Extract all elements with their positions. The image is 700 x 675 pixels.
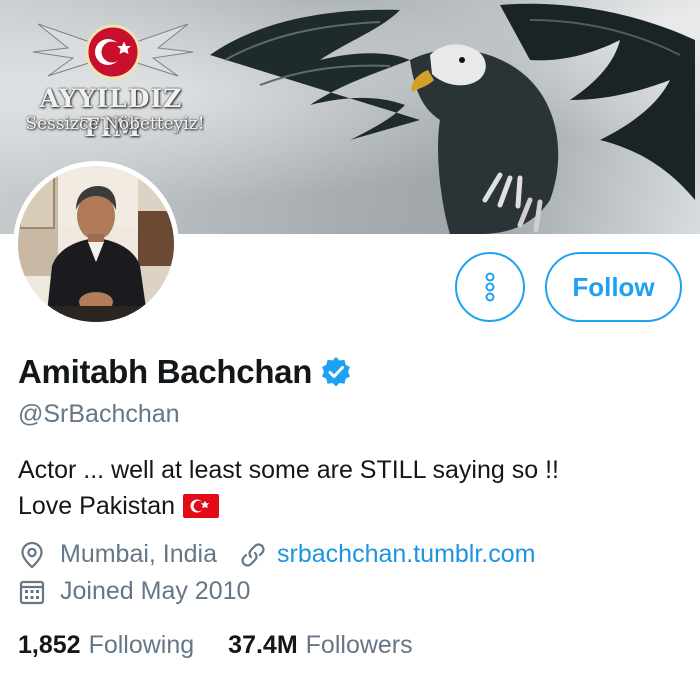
bio-line: Love Pakistan xyxy=(18,488,559,528)
location-pin-icon xyxy=(18,541,46,569)
profile-website-link[interactable]: srbachchan.tumblr.com xyxy=(277,540,535,569)
profile-joined-date: Joined May 2010 xyxy=(60,577,251,605)
profile-handle: @SrBachchan xyxy=(18,400,180,428)
profile-name-row: Amitabh Bachchan xyxy=(18,353,352,391)
link-icon xyxy=(239,541,267,569)
banner-tagline: Sessizce Nöbetteyiz! xyxy=(25,114,205,134)
follow-button[interactable]: Follow xyxy=(545,252,682,322)
bio-line: Actor ... well at least some are STILL s… xyxy=(18,456,559,484)
avatar-portrait-icon xyxy=(18,166,174,322)
crescent-star-emblem-icon xyxy=(32,23,194,80)
following-count: 1,852 xyxy=(18,631,81,659)
followers-count: 37.4M xyxy=(228,631,298,659)
more-options-button[interactable] xyxy=(455,252,525,322)
profile-name: Amitabh Bachchan xyxy=(18,353,313,390)
profile-avatar[interactable] xyxy=(13,161,179,327)
profile-meta-location-website: Mumbai, India srbachchan.tumblr.com xyxy=(18,540,535,569)
profile-bio: Actor ... well at least some are STILL s… xyxy=(18,452,559,528)
following-label: Following xyxy=(88,631,195,659)
turkey-flag-icon xyxy=(183,492,220,528)
more-vertical-icon xyxy=(485,272,495,302)
followers-label: Followers xyxy=(305,631,413,659)
profile-meta-joined: Joined May 2010 xyxy=(18,577,250,606)
eagle-illustration-icon xyxy=(210,3,695,234)
profile-location: Mumbai, India xyxy=(60,540,218,568)
calendar-icon xyxy=(18,578,46,606)
followers-stat-link[interactable]: 37.4M Followers xyxy=(228,631,412,660)
profile-stats: 1,852 Following 37.4M Followers xyxy=(18,631,413,660)
bio-line-text: Love Pakistan xyxy=(18,492,176,520)
verified-badge-icon xyxy=(320,356,352,388)
following-stat-link[interactable]: 1,852 Following xyxy=(18,631,194,660)
